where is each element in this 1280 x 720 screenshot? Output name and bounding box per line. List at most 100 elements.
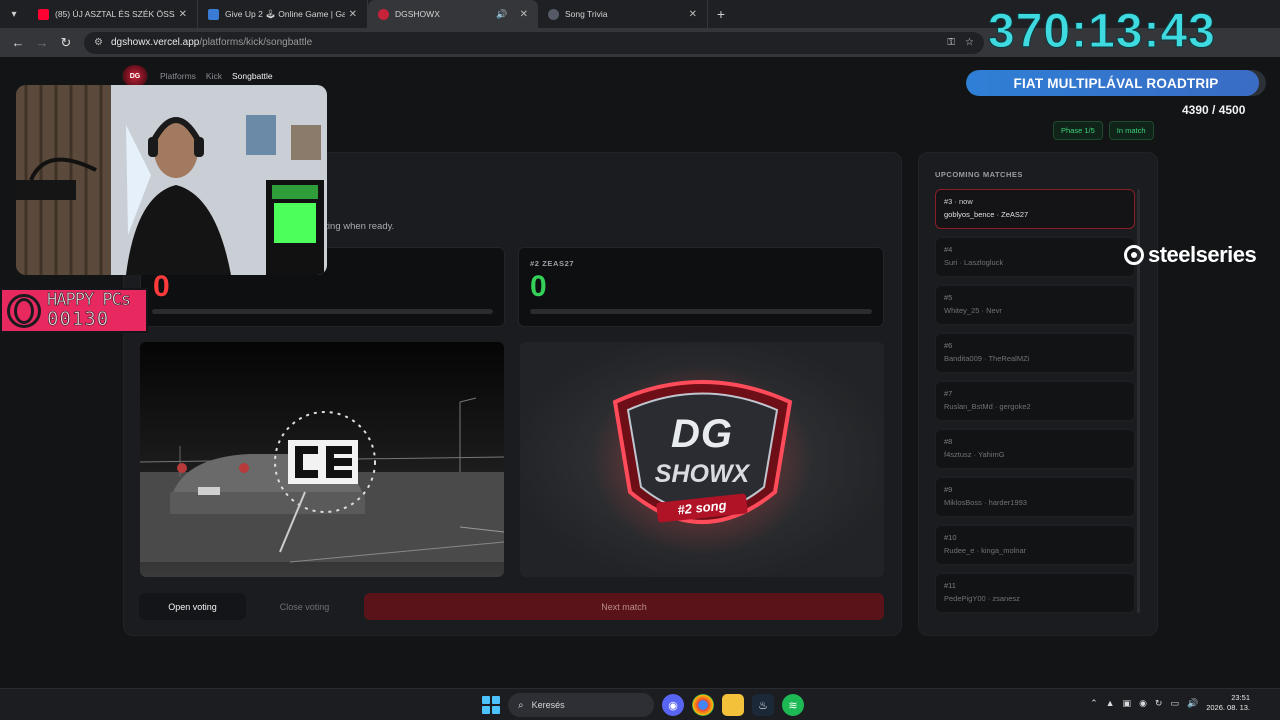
open-voting-button[interactable]: Open voting <box>139 593 246 620</box>
browser-tab-give-up[interactable]: Give Up 2 🕹 Online Game | Ga ✕ <box>198 0 368 28</box>
sponsor-counter: 00130 <box>47 308 110 330</box>
tray-discord-icon[interactable]: ◉ <box>1139 698 1147 709</box>
art-title-showx: SHOWX <box>654 460 750 488</box>
contestant-label: #2 ZEAS27 <box>530 259 575 268</box>
clock-time: 23:51 <box>1231 693 1250 702</box>
tab-title: DGSHOWX <box>395 9 440 19</box>
spotify-app-icon[interactable]: ≋ <box>782 694 804 716</box>
chrome-app-icon[interactable] <box>692 694 714 716</box>
match-players: MiklosBoss · harder1993 <box>944 498 1027 507</box>
steam-app-icon[interactable]: ♨ <box>752 694 774 716</box>
back-arrow-icon[interactable]: ← <box>6 31 30 55</box>
close-tab-icon[interactable]: ✕ <box>179 9 187 20</box>
upcoming-match-item[interactable]: #3 · now goblyos_bence · ZeAS27 <box>935 189 1135 229</box>
close-voting-button[interactable]: Close voting <box>251 593 358 620</box>
new-tab-plus-icon[interactable]: + <box>708 6 734 22</box>
match-players: Whitey_25 · Nevr <box>944 306 1002 315</box>
tab-title: (85) ÚJ ASZTAL ÉS SZÉK ÖSSZEI <box>55 9 175 19</box>
star-bookmark-icon[interactable]: ☆ <box>965 37 974 48</box>
close-tab-icon[interactable]: ✕ <box>520 9 528 20</box>
taskbar-search[interactable]: ⌕ Keresés <box>508 693 654 717</box>
upcoming-match-item[interactable]: #6 Bandita009 · TheRealMZi <box>935 333 1135 373</box>
url-path: /platforms/kick/songbattle <box>199 37 313 48</box>
contestant-score: 0 <box>153 270 170 303</box>
upcoming-matches-panel: UPCOMING MATCHES #3 · now goblyos_bence ·… <box>918 152 1158 636</box>
song-2-artwork[interactable]: DG SHOWX #2 song <box>520 342 884 577</box>
match-list: #3 · now goblyos_bence · ZeAS27 #4 Suri · L… <box>935 189 1135 621</box>
trivia-favicon-icon <box>548 8 559 20</box>
song-1-video[interactable] <box>140 342 504 577</box>
system-tray: ⌃ ▲ ▣ ◉ ↻ ▭ 🔊 23:51 2026. 08. 13. <box>1090 693 1250 713</box>
vote-bar <box>530 309 872 314</box>
windows-start-icon[interactable] <box>482 696 500 714</box>
happy-pcs-logo-icon <box>7 293 41 328</box>
tab-title: Song Trivia <box>565 9 608 19</box>
match-players: Ruslan_BstMd · gergoke2 <box>944 402 1031 411</box>
instruction-text: pting when ready. <box>320 221 395 232</box>
key-icon[interactable]: ⚿ <box>947 37 955 48</box>
address-bar[interactable]: ⚙ dgshowx.vercel.app /platforms/kick/son… <box>84 31 984 54</box>
browser-tab-song-trivia[interactable]: Song Trivia ✕ <box>538 0 708 28</box>
goal-title: FIAT MULTIPLÁVAL ROADTRIP <box>1013 75 1219 91</box>
file-explorer-icon[interactable] <box>722 694 744 716</box>
site-header: DG Platforms Kick Songbattle <box>122 65 283 87</box>
sponsor-name: HAPPY PCs <box>47 290 132 310</box>
contestant-score: 0 <box>530 270 547 303</box>
upcoming-match-item[interactable]: #5 Whitey_25 · Nevr <box>935 285 1135 325</box>
art-title-dg: DG <box>671 412 733 456</box>
taskbar-clock[interactable]: 23:51 2026. 08. 13. <box>1206 693 1250 713</box>
match-players: f4sztusz · YahimG <box>944 450 1005 459</box>
close-tab-icon[interactable]: ✕ <box>349 9 357 20</box>
site-info-icon[interactable]: ⚙ <box>94 37 103 48</box>
tab-search-chevron-icon[interactable]: ▾ <box>0 0 28 28</box>
speaker-icon[interactable]: 🔊 <box>496 9 507 20</box>
phase-badge: Phase 1/5 <box>1053 121 1103 140</box>
match-number: #5 <box>944 293 953 302</box>
match-number: #6 <box>944 341 953 350</box>
reload-icon[interactable]: ↻ <box>54 31 78 55</box>
match-number: #4 <box>944 245 953 254</box>
clock-date: 2026. 08. 13. <box>1206 703 1250 713</box>
next-match-button[interactable]: Next match <box>364 593 884 620</box>
breadcrumb-platforms[interactable]: Platforms <box>160 71 196 81</box>
upcoming-match-item[interactable]: #4 Suri · Laszlogluck <box>935 237 1135 277</box>
tray-sync-icon[interactable]: ↻ <box>1155 698 1163 709</box>
upcoming-match-item[interactable]: #8 f4sztusz · YahimG <box>935 429 1135 469</box>
tray-volume-icon[interactable]: 🔊 <box>1187 698 1198 709</box>
tray-chevron-up-icon[interactable]: ⌃ <box>1090 698 1098 709</box>
upcoming-match-item[interactable]: #7 Ruslan_BstMd · gergoke2 <box>935 381 1135 421</box>
browser-tab-dgshowx[interactable]: DGSHOWX 🔊 ✕ <box>368 0 538 28</box>
upcoming-title: UPCOMING MATCHES <box>935 170 1023 179</box>
tray-network-icon[interactable]: ▭ <box>1170 698 1179 709</box>
match-number: #8 <box>944 437 953 446</box>
browser-tab-youtube[interactable]: (85) ÚJ ASZTAL ÉS SZÉK ÖSSZEI ✕ <box>28 0 198 28</box>
brand-name: steelseries <box>1148 242 1257 267</box>
discord-app-icon[interactable]: ◉ <box>662 694 684 716</box>
close-tab-icon[interactable]: ✕ <box>689 9 697 20</box>
match-number: #9 <box>944 485 953 494</box>
youtube-favicon-icon <box>38 8 49 20</box>
steelseries-sponsor-logo: steelseries <box>1124 242 1257 268</box>
url-host: dgshowx.vercel.app <box>110 37 200 48</box>
forward-arrow-icon[interactable]: → <box>30 31 54 55</box>
windows-taskbar: ⌕ Keresés ◉ ♨ ≋ ⌃ ▲ ▣ ◉ ↻ ▭ 🔊 23:51 2026… <box>0 688 1280 720</box>
match-players: goblyos_bence · ZeAS27 <box>944 210 1029 219</box>
match-players: Suri · Laszlogluck <box>944 258 1004 267</box>
breadcrumb-kick[interactable]: Kick <box>206 71 222 81</box>
match-players: Bandita009 · TheRealMZi <box>944 354 1030 363</box>
upcoming-match-item[interactable]: #9 MiklosBoss · harder1993 <box>935 477 1135 517</box>
vote-bar <box>152 309 493 314</box>
webcam-feed <box>16 85 327 275</box>
game-favicon-icon <box>208 8 219 20</box>
dgshowx-favicon-icon <box>378 8 389 20</box>
upcoming-match-item[interactable]: #10 Rudee_e · kinga_molnar <box>935 525 1135 565</box>
in-match-badge: In match <box>1108 121 1154 140</box>
upcoming-match-item[interactable]: #11 PedePigY00 · zsanesz <box>935 573 1135 613</box>
dgshowx-logo[interactable]: DG <box>122 65 148 87</box>
happy-pcs-sponsor-badge: HAPPY PCs 00130 <box>0 288 148 333</box>
match-number: #11 <box>944 581 956 590</box>
tray-folder-icon[interactable]: ▣ <box>1123 698 1132 709</box>
steelseries-gear-icon <box>1124 245 1144 265</box>
subathon-timer: 370:13:43 <box>988 5 1216 59</box>
tray-app-icon[interactable]: ▲ <box>1106 698 1115 708</box>
